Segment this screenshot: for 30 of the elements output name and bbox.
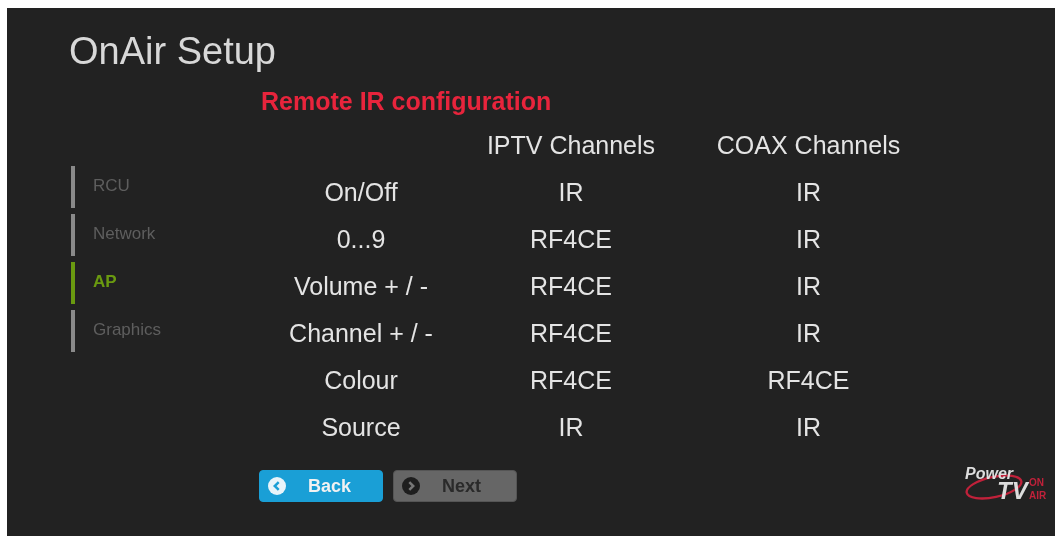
sidebar-item[interactable]: RCU xyxy=(71,166,261,208)
row-label: Channel + / - xyxy=(288,318,434,349)
table-cell-text: IR xyxy=(557,177,585,208)
table-cell-text: RF4CE xyxy=(766,365,851,396)
table-cell-text: RF4CE xyxy=(529,318,613,349)
table-cell-text: IR xyxy=(795,318,822,349)
chevron-left-icon xyxy=(268,477,286,495)
back-button[interactable]: Back xyxy=(259,470,383,502)
row-label: Colour xyxy=(323,365,399,396)
sidebar-item[interactable]: Network xyxy=(71,214,261,256)
table-cell-text: RF4CE xyxy=(529,365,613,396)
table-cell-text: RF4CE xyxy=(529,224,613,255)
row-label: On/Off xyxy=(323,177,399,208)
table-cell-text: IR xyxy=(795,412,822,443)
row-label: Volume + / - xyxy=(292,271,430,302)
table-cell-text: IR xyxy=(557,412,585,443)
row-label: Source xyxy=(320,412,402,443)
chevron-right-icon xyxy=(402,477,420,495)
table-cell-text: IR xyxy=(795,224,822,255)
table-cell-text: IR xyxy=(795,177,822,208)
column-header: COAX Channels xyxy=(715,130,902,161)
section-title: Remote IR configuration xyxy=(261,86,553,116)
sidebar-item[interactable]: Graphics xyxy=(71,310,261,352)
row-label: 0...9 xyxy=(335,224,387,255)
table-cell-text: RF4CE xyxy=(529,271,613,302)
sidebar-item[interactable]: AP xyxy=(71,262,261,304)
next-button[interactable]: Next xyxy=(393,470,517,502)
table-cell-text: IR xyxy=(795,271,822,302)
column-header: IPTV Channels xyxy=(485,130,657,161)
window-title: OnAir Setup xyxy=(69,30,277,72)
